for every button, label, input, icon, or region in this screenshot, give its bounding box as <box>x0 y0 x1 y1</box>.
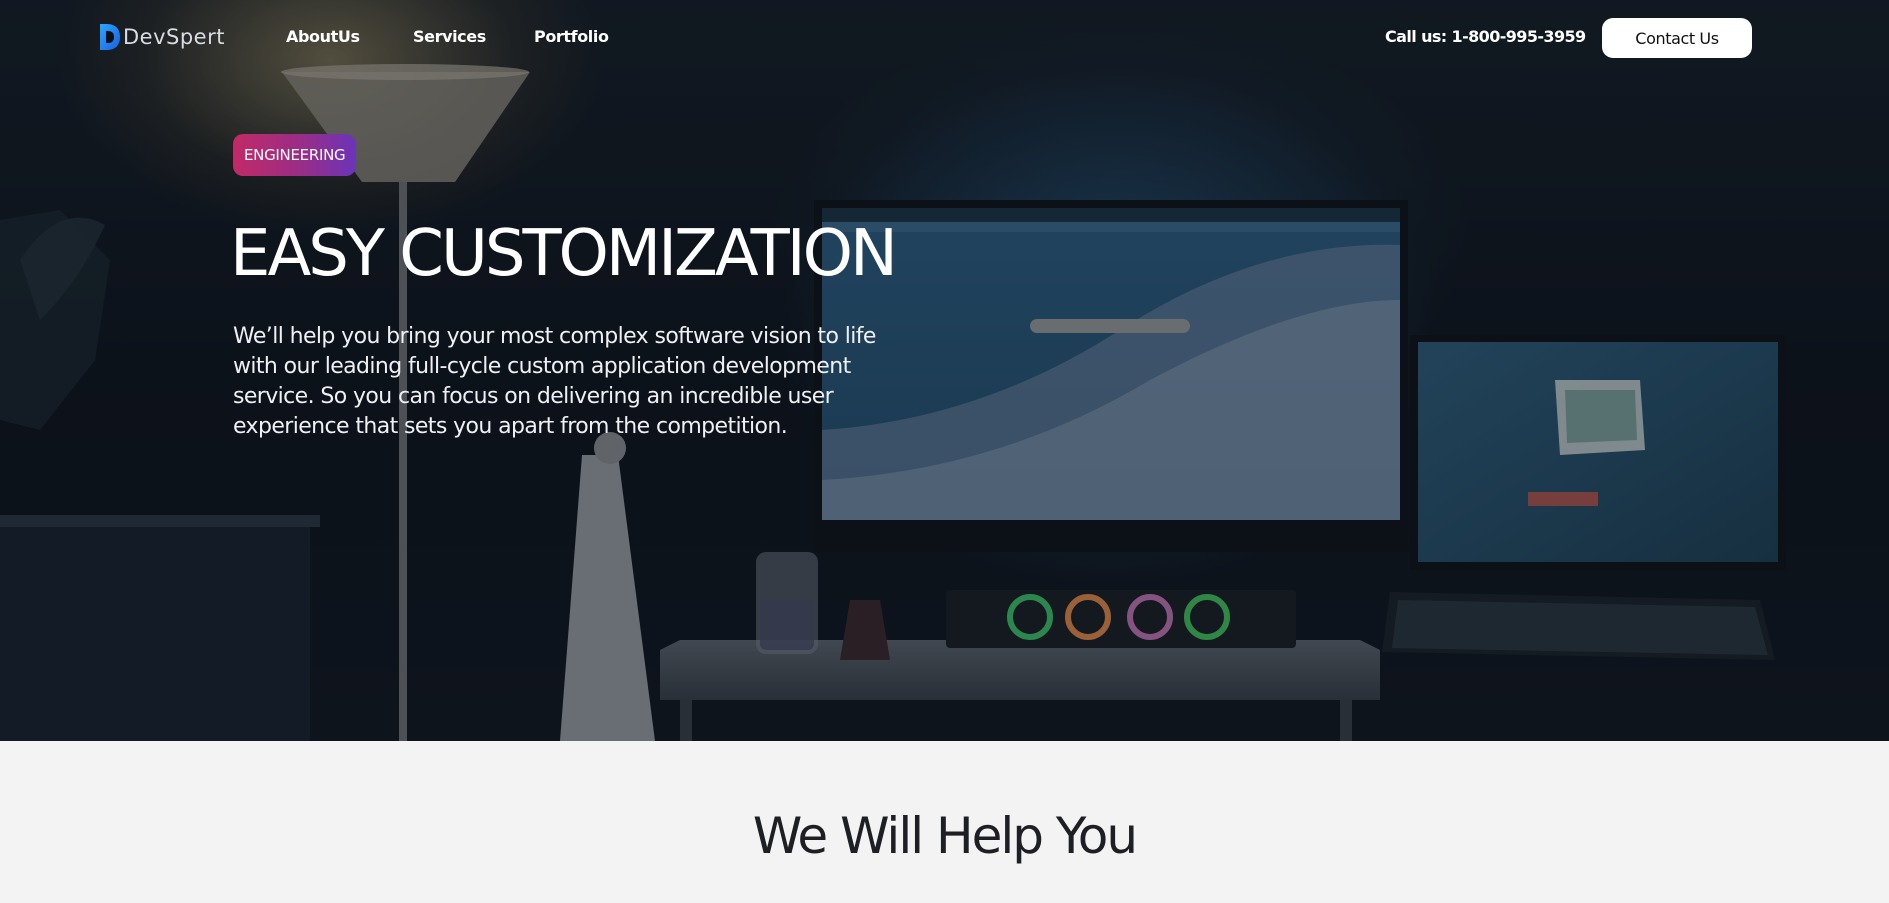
hero-title: EASY CUSTOMIZATION <box>230 217 898 291</box>
brand-name: DevSpert <box>123 25 225 49</box>
contact-us-button[interactable]: Contact Us <box>1602 18 1752 58</box>
nav-link-portfolio[interactable]: Portfolio <box>534 27 609 46</box>
hero-section: DevSpert AboutUs Services Portfolio Call… <box>0 0 1889 741</box>
hero-description: We’ll help you bring your most complex s… <box>233 324 876 439</box>
brand-logo[interactable]: DevSpert <box>98 20 225 54</box>
category-badge: ENGINEERING <box>233 134 357 176</box>
devspert-logo-mark-icon <box>100 24 120 50</box>
top-navigation: DevSpert AboutUs Services Portfolio Call… <box>0 0 1889 76</box>
nav-link-services[interactable]: Services <box>413 27 486 46</box>
section-title: We Will Help You <box>752 807 1138 865</box>
nav-link-about-us[interactable]: AboutUs <box>286 27 360 46</box>
call-us-phone[interactable]: Call us: 1-800-995-3959 <box>1385 27 1586 46</box>
